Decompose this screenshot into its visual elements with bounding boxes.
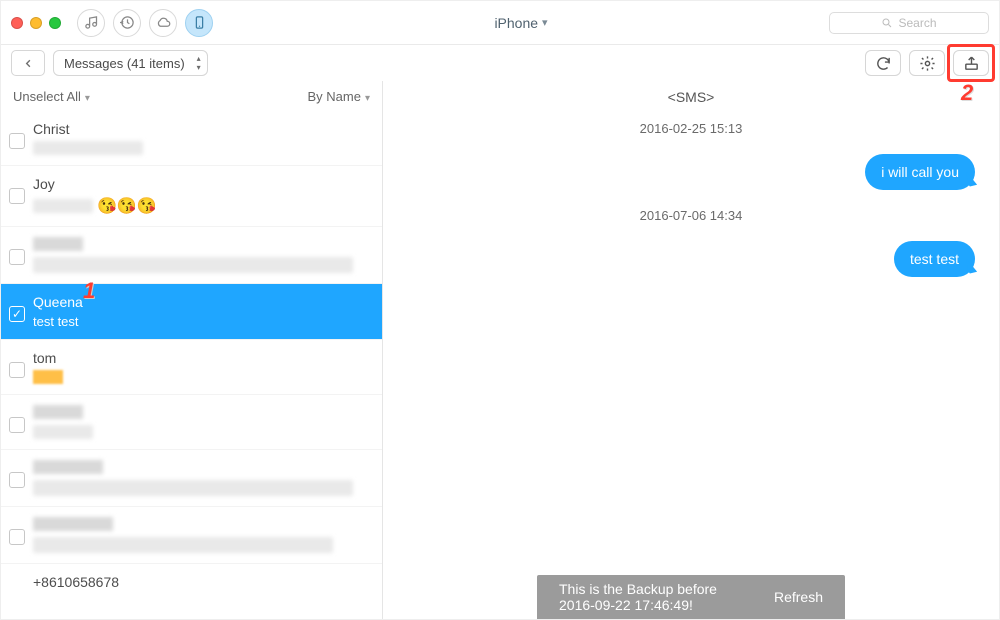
back-button[interactable] [11,50,45,76]
thread-checkbox[interactable] [9,472,25,488]
thread-name: tom [33,350,370,366]
thread-list-header: Unselect All▾ By Name▾ [1,81,382,111]
thread-row[interactable]: Christ [1,111,382,166]
redacted-name [33,517,113,531]
redacted-preview [33,370,63,384]
music-tab-button[interactable] [77,9,105,37]
redacted-name [33,405,83,419]
zoom-window-button[interactable] [49,17,61,29]
music-icon [84,15,99,30]
conversation-title: <SMS> [383,81,999,109]
thread-row[interactable]: +8610658678 [1,564,382,612]
app-window: iPhone ▾ Search Messages (41 items) ▴▾ [0,0,1000,620]
thread-checkbox[interactable] [9,417,25,433]
titlebar: iPhone ▾ Search [1,1,999,45]
message-timestamp: 2016-07-06 14:34 [407,208,975,223]
device-tab-button[interactable] [185,9,213,37]
redacted-preview [33,537,333,553]
thread-row[interactable] [1,227,382,284]
settings-button[interactable] [909,50,945,76]
message-bubble[interactable]: i will call you [865,154,975,190]
chevron-down-icon: ▾ [85,93,90,104]
category-label: Messages (41 items) [64,56,185,71]
export-button-wrap: 2 [953,50,989,76]
thread-row[interactable] [1,395,382,450]
message-bubble[interactable]: test test [894,241,975,277]
history-tab-button[interactable] [113,9,141,37]
thread-checkbox[interactable] [9,362,25,378]
thread-name: Christ [33,121,370,137]
toast-refresh-link[interactable]: Refresh [774,589,823,605]
redacted-name [33,460,103,474]
search-placeholder: Search [898,16,936,30]
backup-toast: This is the Backup before 2016-09-22 17:… [537,575,845,619]
cloud-icon [156,15,171,30]
toast-text: This is the Backup before 2016-09-22 17:… [559,581,754,613]
history-icon [120,15,135,30]
thread-preview-emoji: 😘😘😘 [97,196,157,216]
thread-checkbox[interactable] [9,529,25,545]
unselect-all-button[interactable]: Unselect All▾ [13,89,90,104]
conversation-body[interactable]: 2016-02-25 15:13 i will call you 2016-07… [383,109,999,619]
chevron-down-icon: ▾ [365,93,370,104]
redacted-preview [33,480,353,496]
minimize-window-button[interactable] [30,17,42,29]
sub-toolbar: Messages (41 items) ▴▾ 2 [1,45,999,81]
thread-name: Joy [33,176,370,192]
device-icon [192,15,207,30]
redacted-preview [33,199,93,213]
sort-selector[interactable]: By Name▾ [308,89,371,104]
redacted-preview [33,425,93,439]
export-icon [963,55,980,72]
refresh-icon [875,55,892,72]
conversation-pane: <SMS> 2016-02-25 15:13 i will call you 2… [383,81,999,619]
thread-checkbox[interactable] [9,188,25,204]
thread-name: +8610658678 [33,574,370,590]
search-input[interactable]: Search [829,12,989,34]
redacted-name [33,237,83,251]
thread-row-selected[interactable]: 1 Queena test test [1,284,382,340]
refresh-button[interactable] [865,50,901,76]
message-row-outgoing: test test [407,241,975,277]
device-selector[interactable]: iPhone ▾ [221,15,821,31]
thread-row[interactable]: Joy 😘😘😘 [1,166,382,227]
thread-preview: test test [33,314,370,329]
message-row-outgoing: i will call you [407,154,975,190]
thread-checkbox[interactable] [9,133,25,149]
thread-checkbox[interactable] [9,306,25,322]
chevron-down-icon: ▾ [542,16,548,29]
callout-number-1: 1 [83,278,95,304]
gear-icon [919,55,936,72]
thread-checkbox[interactable] [9,249,25,265]
redacted-preview [33,141,143,155]
search-icon [881,17,893,29]
stepper-icon: ▴▾ [197,54,201,72]
thread-list[interactable]: Christ Joy 😘😘😘 [1,111,382,619]
thread-row[interactable] [1,450,382,507]
message-timestamp: 2016-02-25 15:13 [407,121,975,136]
window-controls [11,17,61,29]
close-window-button[interactable] [11,17,23,29]
main-split: Unselect All▾ By Name▾ Christ [1,81,999,619]
redacted-preview [33,257,353,273]
thread-row[interactable] [1,507,382,564]
category-selector[interactable]: Messages (41 items) ▴▾ [53,50,208,76]
device-label: iPhone [494,15,538,31]
chevron-left-icon [23,58,34,69]
thread-list-pane: Unselect All▾ By Name▾ Christ [1,81,383,619]
thread-row[interactable]: tom [1,340,382,395]
export-button[interactable] [953,50,989,76]
cloud-tab-button[interactable] [149,9,177,37]
